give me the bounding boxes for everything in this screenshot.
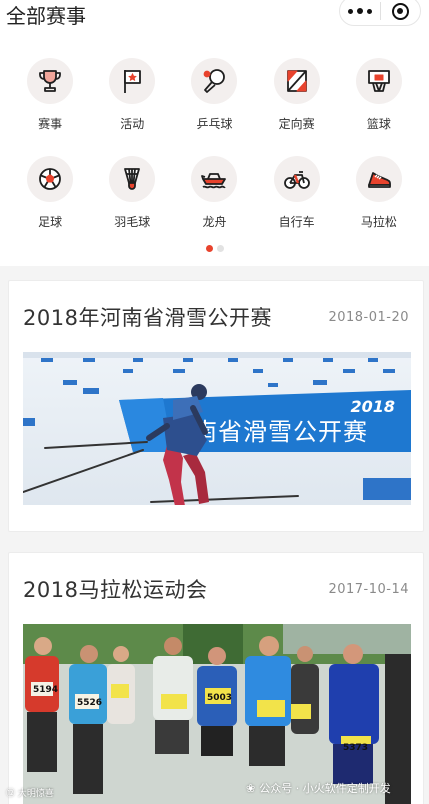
bib-number: 5003 [207, 693, 232, 703]
event-card[interactable]: 2018年河南省滑雪公开赛 2018-01-20 2018 河南省滑雪公开赛 [8, 280, 424, 532]
orienteering-map-icon [273, 58, 320, 104]
category-label: 篮球 [366, 117, 391, 131]
basketball-hoop-icon [355, 58, 402, 104]
dot [366, 8, 372, 14]
category-item-marathon[interactable]: 马拉松 [347, 156, 411, 254]
bicycle-icon [273, 156, 320, 202]
event-title: 2018马拉松运动会 [23, 578, 208, 602]
bib-number: 5526 [77, 698, 102, 708]
dot [347, 8, 353, 14]
category-grid: 赛事 活动 乒乓球 定向赛 篮球 足球 羽毛球 龙舟 自行车 马拉松 [0, 58, 429, 254]
watermark-left: ⑫ 大明惊喜 [6, 789, 54, 799]
watermark-text: 公众号 · 小火软件定制开发 [259, 782, 391, 795]
category-item-events[interactable]: 赛事 [18, 58, 82, 156]
running-shoe-icon [355, 156, 402, 202]
category-item-ping-pong[interactable]: 乒乓球 [182, 58, 246, 156]
wechat-icon: ❀ [246, 781, 256, 795]
more-options-button[interactable] [340, 0, 380, 25]
category-label: 羽毛球 [114, 215, 151, 229]
football-icon [27, 156, 74, 202]
category-item-activities[interactable]: 活动 [100, 58, 164, 156]
event-date: 2017-10-14 [328, 581, 409, 597]
category-item-orienteering[interactable]: 定向赛 [265, 58, 329, 156]
event-banner-image: 5194 5526 5003 5373 [23, 624, 411, 804]
event-card[interactable]: 2018马拉松运动会 2017-10-14 5194 5526 5003 537… [8, 552, 424, 804]
bib-number: 5373 [343, 743, 368, 753]
category-item-cycling[interactable]: 自行车 [265, 156, 329, 254]
category-row: 足球 羽毛球 龙舟 自行车 马拉松 [0, 156, 429, 254]
category-label: 乒乓球 [196, 117, 233, 131]
ping-pong-icon [191, 58, 238, 104]
pagination-dot[interactable] [216, 245, 224, 252]
flag-icon [109, 58, 156, 104]
event-card-header: 2018年河南省滑雪公开赛 2018-01-20 [23, 281, 409, 353]
category-label: 赛事 [38, 117, 63, 131]
dragon-boat-icon [191, 156, 238, 202]
event-date: 2018-01-20 [328, 309, 409, 325]
dot [356, 8, 363, 14]
category-label: 定向赛 [278, 117, 315, 131]
event-title: 2018年河南省滑雪公开赛 [23, 306, 272, 330]
top-bar: 全部赛事 [0, 0, 429, 28]
bib-number: 5194 [33, 685, 58, 695]
category-item-dragon-boat[interactable]: 龙舟 [182, 156, 246, 254]
close-mini-program-button[interactable] [381, 0, 421, 25]
event-card-header: 2018马拉松运动会 2017-10-14 [23, 553, 409, 625]
banner-year-label: 2018 [350, 397, 395, 416]
category-item-badminton[interactable]: 羽毛球 [100, 156, 164, 254]
category-row: 赛事 活动 乒乓球 定向赛 篮球 [0, 58, 429, 156]
mini-program-capsule [339, 0, 421, 26]
page-title: 全部赛事 [6, 3, 86, 28]
category-panel: 赛事 活动 乒乓球 定向赛 篮球 足球 羽毛球 龙舟 自行车 马拉松 [0, 28, 429, 266]
category-label: 马拉松 [360, 215, 397, 229]
watermark: ❀ 公众号 · 小火软件定制开发 [246, 780, 391, 796]
event-banner-image: 2018 河南省滑雪公开赛 [23, 352, 411, 505]
category-label: 自行车 [278, 215, 315, 229]
pagination-dot-active[interactable] [205, 245, 213, 252]
category-item-basketball[interactable]: 篮球 [347, 58, 411, 156]
category-item-football[interactable]: 足球 [18, 156, 82, 254]
category-label: 龙舟 [202, 215, 227, 229]
shuttlecock-icon [109, 156, 156, 202]
category-label: 足球 [38, 215, 63, 229]
trophy-icon [27, 58, 74, 104]
category-label: 活动 [120, 117, 145, 131]
swiper-pagination [0, 245, 429, 252]
target-icon [391, 2, 409, 20]
